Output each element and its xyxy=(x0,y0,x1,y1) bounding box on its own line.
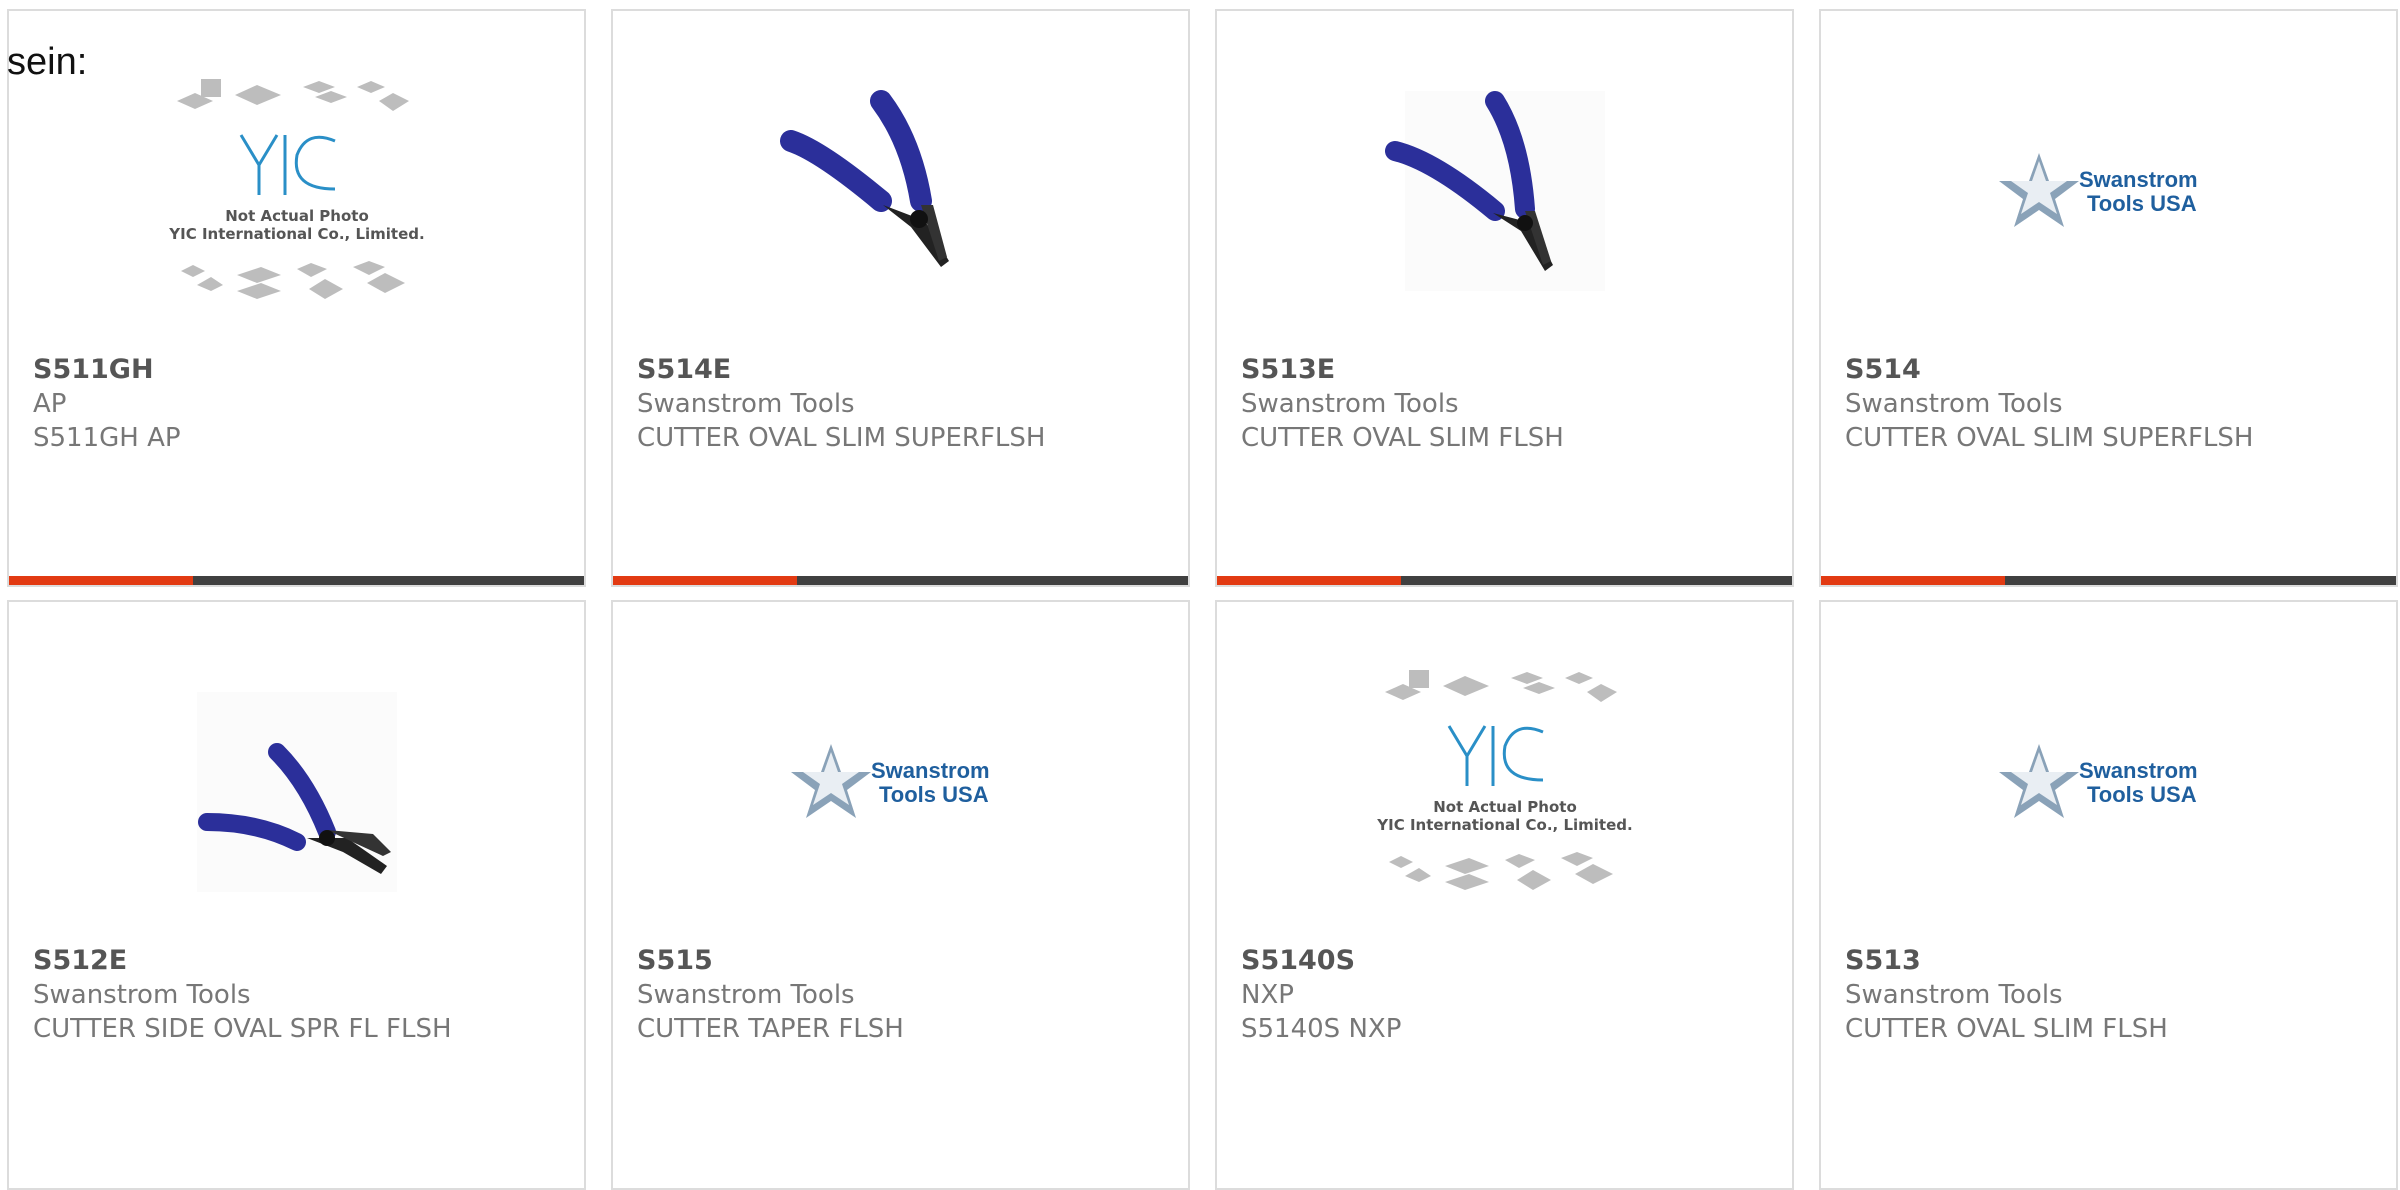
part-number-link[interactable]: S515 xyxy=(637,944,713,978)
yic-placeholder-icon: Not Actual Photo YIC International Co., … xyxy=(1376,670,1632,890)
product-card[interactable]: S512E Swanstrom Tools CUTTER SIDE OVAL S… xyxy=(7,600,586,1190)
product-image[interactable]: Swanstrom Tools USA xyxy=(1821,71,2396,341)
description-label: S511GH AP xyxy=(33,423,181,453)
description-label: S5140S NXP xyxy=(1241,1014,1402,1044)
svg-text:Swanstrom: Swanstrom xyxy=(871,758,990,783)
product-image[interactable]: Not Actual Photo YIC International Co., … xyxy=(9,71,584,341)
product-image[interactable]: Swanstrom Tools USA xyxy=(613,662,1188,932)
progress-bar-fill xyxy=(613,576,797,585)
svg-text:Tools USA: Tools USA xyxy=(2087,782,2197,807)
manufacturer-label: Swanstrom Tools xyxy=(1845,389,2063,419)
description-label: CUTTER OVAL SLIM SUPERFLSH xyxy=(1845,423,2254,453)
svg-text:Swanstrom: Swanstrom xyxy=(2079,167,2198,192)
svg-text:Swanstrom: Swanstrom xyxy=(2079,758,2198,783)
part-number-link[interactable]: S511GH xyxy=(33,353,154,387)
product-image[interactable]: Not Actual Photo YIC International Co., … xyxy=(1217,662,1792,932)
svg-text:Not Actual Photo: Not Actual Photo xyxy=(1433,798,1577,816)
svg-text:Tools USA: Tools USA xyxy=(879,782,989,807)
progress-bar xyxy=(9,576,584,585)
manufacturer-label: Swanstrom Tools xyxy=(637,389,855,419)
swanstrom-logo-icon: Swanstrom Tools USA xyxy=(1998,744,2198,818)
part-number-link[interactable]: S514 xyxy=(1845,353,1921,387)
description-label: CUTTER SIDE OVAL SPR FL FLSH xyxy=(33,1014,452,1044)
cutter-icon xyxy=(196,692,397,892)
manufacturer-label: Swanstrom Tools xyxy=(637,980,855,1010)
manufacturer-label: NXP xyxy=(1241,980,1294,1010)
product-card[interactable]: S514E Swanstrom Tools CUTTER OVAL SLIM S… xyxy=(611,9,1190,587)
svg-text:Not Actual Photo: Not Actual Photo xyxy=(225,207,369,225)
manufacturer-label: Swanstrom Tools xyxy=(1241,389,1459,419)
product-image[interactable] xyxy=(9,662,584,932)
description-label: CUTTER TAPER FLSH xyxy=(637,1014,904,1044)
svg-text:Tools USA: Tools USA xyxy=(2087,191,2197,216)
progress-bar-fill xyxy=(1217,576,1401,585)
part-number-link[interactable]: S5140S xyxy=(1241,944,1355,978)
product-image[interactable] xyxy=(1217,71,1792,341)
swanstrom-logo-icon: Swanstrom Tools USA xyxy=(1998,153,2198,227)
product-image[interactable]: Swanstrom Tools USA xyxy=(1821,662,2396,932)
part-number-link[interactable]: S513 xyxy=(1845,944,1921,978)
description-label: CUTTER OVAL SLIM FLSH xyxy=(1241,423,1564,453)
part-number-link[interactable]: S514E xyxy=(637,353,731,387)
progress-bar xyxy=(613,576,1188,585)
swanstrom-logo-icon: Swanstrom Tools USA xyxy=(790,744,990,818)
yic-placeholder-icon: Not Actual Photo YIC International Co., … xyxy=(168,79,424,299)
part-number-link[interactable]: S512E xyxy=(33,944,127,978)
product-image[interactable] xyxy=(613,71,1188,341)
product-card[interactable]: Not Actual Photo YIC International Co., … xyxy=(1215,600,1794,1190)
progress-bar xyxy=(1821,576,2396,585)
progress-bar-fill xyxy=(1821,576,2005,585)
svg-text:YIC International Co., Limited: YIC International Co., Limited. xyxy=(1376,816,1632,834)
manufacturer-label: AP xyxy=(33,389,67,419)
part-number-link[interactable]: S513E xyxy=(1241,353,1335,387)
progress-bar xyxy=(1217,576,1792,585)
product-card[interactable]: Not Actual Photo YIC International Co., … xyxy=(7,9,586,587)
description-label: CUTTER OVAL SLIM SUPERFLSH xyxy=(637,423,1046,453)
manufacturer-label: Swanstrom Tools xyxy=(1845,980,2063,1010)
product-card[interactable]: Swanstrom Tools USA S513 Swanstrom Tools… xyxy=(1819,600,2398,1190)
product-card[interactable]: S513E Swanstrom Tools CUTTER OVAL SLIM F… xyxy=(1215,9,1794,587)
description-label: CUTTER OVAL SLIM FLSH xyxy=(1845,1014,2168,1044)
cutter-icon xyxy=(779,90,949,267)
product-card[interactable]: Swanstrom Tools USA S515 Swanstrom Tools… xyxy=(611,600,1190,1190)
progress-bar-fill xyxy=(9,576,193,585)
svg-text:YIC International Co., Limited: YIC International Co., Limited. xyxy=(168,225,424,243)
product-card[interactable]: Swanstrom Tools USA S514 Swanstrom Tools… xyxy=(1819,9,2398,587)
intro-text: sein: xyxy=(7,41,88,83)
cutter-icon xyxy=(1384,91,1605,291)
manufacturer-label: Swanstrom Tools xyxy=(33,980,251,1010)
